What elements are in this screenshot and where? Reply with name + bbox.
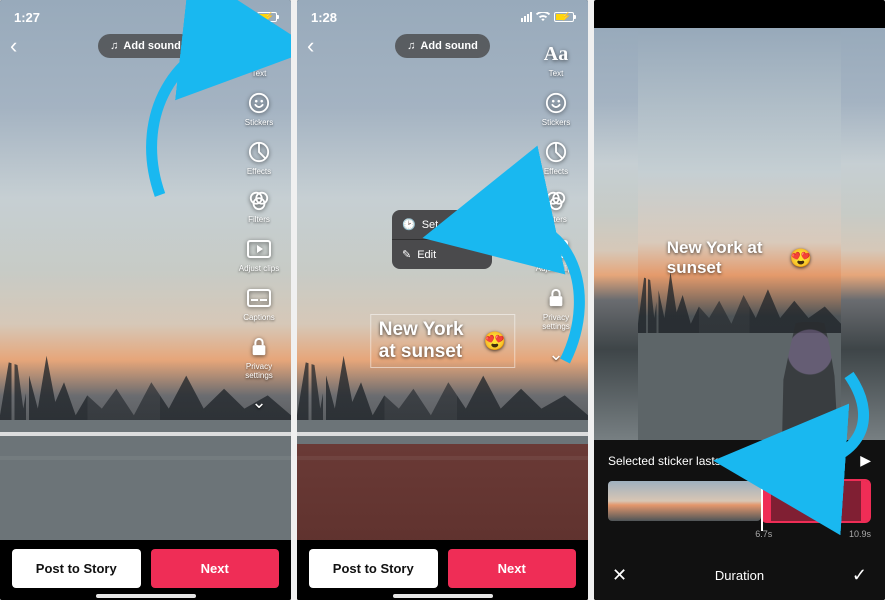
play-button[interactable]: ▶	[860, 452, 871, 469]
battery-icon: ⚡	[554, 12, 574, 22]
tool-stickers[interactable]: Stickers	[532, 89, 580, 128]
post-to-story-button[interactable]: Post to Story	[309, 549, 438, 588]
tool-rail: AaText Stickers Effects Filters Adjust c…	[235, 40, 283, 413]
status-bar: 1:28 ⚡	[297, 0, 588, 28]
duration-info-text: Selected sticker lasts for 4.2s	[608, 454, 764, 468]
add-sound-button[interactable]: ♫ Add sound	[98, 34, 193, 58]
panel-title: Duration	[715, 568, 764, 583]
captions-icon	[245, 284, 273, 312]
panel-1-edit-screen: 1:27 ⚡ ‹ ♫ Add sound AaText Stickers Eff…	[0, 0, 291, 600]
bottom-bar: Post to Story Next	[0, 540, 291, 600]
back-button[interactable]: ‹	[307, 33, 314, 59]
lock-icon	[542, 284, 570, 312]
tool-effects[interactable]: Effects	[532, 138, 580, 177]
signal-icon	[224, 12, 235, 22]
cancel-button[interactable]: ✕	[612, 565, 627, 586]
tool-effects[interactable]: Effects	[235, 138, 283, 177]
status-time: 1:27	[14, 10, 40, 25]
status-bar: 1:27 ⚡	[0, 0, 291, 28]
text-icon: Aa	[542, 40, 570, 68]
bottom-bar: Post to Story Next	[297, 540, 588, 600]
text-context-popover: 🕑 Set duration ✎ Edit	[392, 210, 492, 269]
heart-eyes-emoji-icon: 😍	[790, 248, 812, 269]
music-note-icon: ♫	[110, 40, 118, 52]
back-button[interactable]: ‹	[10, 33, 17, 59]
tool-stickers[interactable]: Stickers	[235, 89, 283, 128]
expand-tools-button[interactable]: ⌄	[251, 392, 266, 413]
status-icons: ⚡	[224, 12, 277, 22]
status-time: 1:28	[311, 10, 337, 25]
battery-icon: ⚡	[257, 12, 277, 22]
text-overlay: New York at sunset 😍	[667, 238, 813, 278]
text-overlay[interactable]: New York at sunset 😍	[370, 314, 516, 368]
signal-icon	[521, 12, 532, 22]
tool-rail: AaText Stickers Effects Filters Adjust c…	[532, 40, 580, 365]
adjust-clips-icon	[542, 235, 570, 263]
lock-icon	[245, 333, 273, 361]
wifi-icon	[239, 12, 253, 22]
next-button[interactable]: Next	[151, 549, 280, 588]
edit-icon: ✎	[402, 248, 411, 261]
tool-filters[interactable]: Filters	[235, 186, 283, 225]
add-sound-label: Add sound	[123, 40, 180, 52]
filters-icon	[245, 186, 273, 214]
playhead[interactable]	[761, 477, 763, 531]
status-icons: ⚡	[521, 12, 574, 22]
wifi-icon	[536, 12, 550, 22]
music-note-icon: ♫	[407, 40, 415, 52]
heart-eyes-emoji-icon: 😍	[484, 331, 506, 352]
time-labels: 6.7s 10.9s	[608, 529, 871, 541]
filters-icon	[542, 186, 570, 214]
add-sound-button[interactable]: ♫ Add sound	[395, 34, 490, 58]
clock-icon: 🕑	[402, 218, 416, 231]
home-indicator	[393, 594, 493, 598]
tool-text[interactable]: AaText	[235, 40, 283, 79]
next-button[interactable]: Next	[448, 549, 577, 588]
effects-icon	[245, 138, 273, 166]
stickers-icon	[245, 89, 273, 117]
selection-range-handle[interactable]	[761, 479, 871, 523]
timeline-thumbnails	[608, 481, 761, 521]
post-to-story-button[interactable]: Post to Story	[12, 549, 141, 588]
duration-panel: Selected sticker lasts for 4.2s ▶ 6.7s 1…	[594, 440, 885, 600]
popover-set-duration[interactable]: 🕑 Set duration	[392, 210, 492, 239]
popover-edit[interactable]: ✎ Edit	[392, 240, 492, 269]
add-sound-label: Add sound	[420, 40, 477, 52]
tool-adjust-clips[interactable]: Adjust clips	[532, 235, 580, 274]
text-icon: Aa	[245, 40, 273, 68]
panel-2-text-context-menu: 1:28 ⚡ ‹ ♫ Add sound AaText Stickers Eff…	[297, 0, 588, 600]
timeline[interactable]	[608, 477, 871, 527]
confirm-button[interactable]: ✓	[852, 565, 867, 586]
tool-privacy[interactable]: Privacy settings	[532, 284, 580, 332]
tool-filters[interactable]: Filters	[532, 186, 580, 225]
home-indicator	[96, 594, 196, 598]
tool-text[interactable]: AaText	[532, 40, 580, 79]
adjust-clips-icon	[245, 235, 273, 263]
expand-tools-button[interactable]: ⌄	[548, 344, 563, 365]
tool-privacy[interactable]: Privacy settings	[235, 333, 283, 381]
tool-captions[interactable]: Captions	[235, 284, 283, 323]
video-preview-cropped	[594, 28, 885, 440]
effects-icon	[542, 138, 570, 166]
stickers-icon	[542, 89, 570, 117]
panel-3-duration-editor: New York at sunset 😍 Selected sticker la…	[594, 0, 885, 600]
tool-adjust-clips[interactable]: Adjust clips	[235, 235, 283, 274]
